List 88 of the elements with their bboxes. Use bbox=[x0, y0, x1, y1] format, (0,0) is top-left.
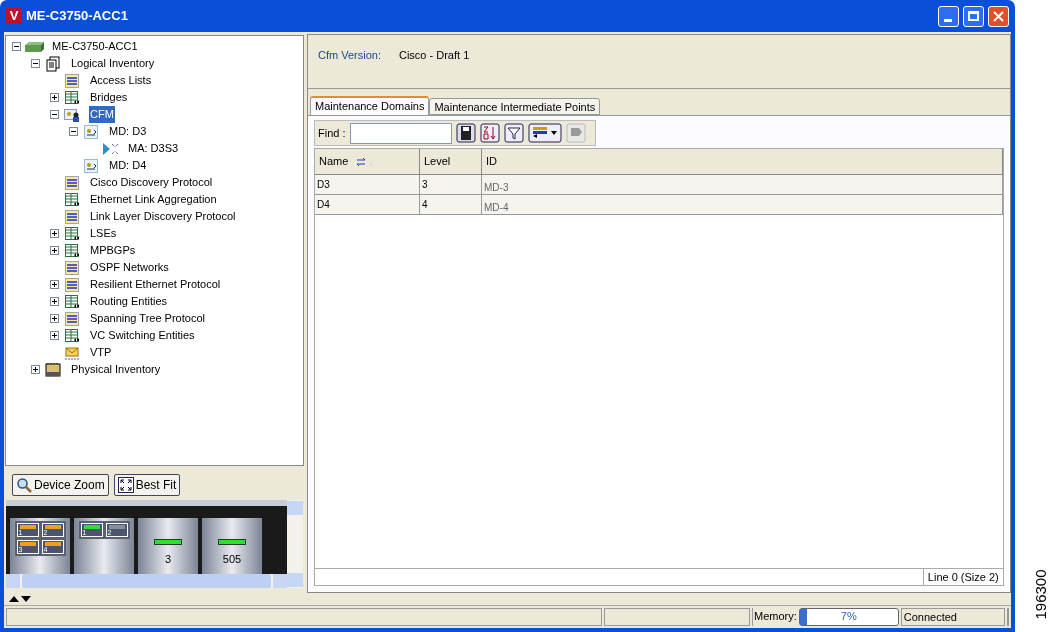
best-fit-button[interactable]: Best Fit bbox=[113, 474, 181, 496]
split-arrows-icon[interactable] bbox=[8, 595, 32, 603]
close-icon bbox=[992, 10, 1004, 22]
maximize-button[interactable] bbox=[962, 5, 984, 27]
table-icon bbox=[64, 72, 80, 89]
find-input[interactable] bbox=[349, 122, 452, 144]
device-zoom-button[interactable]: Device Zoom bbox=[12, 474, 109, 496]
domain-icon bbox=[83, 157, 99, 174]
filter-icon[interactable] bbox=[503, 123, 524, 143]
memory-label: Memory: bbox=[752, 608, 797, 626]
table-cell: D4 bbox=[315, 195, 420, 215]
card-icon bbox=[44, 361, 62, 378]
switch-device-icon bbox=[23, 40, 45, 53]
sort-arrows-icon bbox=[356, 156, 375, 167]
magnifier-icon bbox=[16, 477, 32, 493]
figure-number: 196300 bbox=[1032, 569, 1048, 620]
vertical-scrollbar[interactable] bbox=[287, 500, 303, 588]
tree-item[interactable]: Spanning Tree Protocol bbox=[89, 310, 206, 327]
tree-item[interactable]: Ethernet Link Aggregation bbox=[89, 191, 218, 208]
save-icon[interactable] bbox=[455, 123, 476, 143]
tree-item[interactable]: Bridges bbox=[89, 89, 129, 106]
table-arrows-icon bbox=[64, 293, 80, 310]
close-button[interactable] bbox=[987, 5, 1009, 27]
tree-item[interactable]: LSEs bbox=[89, 225, 118, 242]
property-value: Cisco - Draft 1 bbox=[398, 48, 470, 63]
tree-item[interactable]: Routing Entities bbox=[89, 293, 169, 310]
domain-icon bbox=[83, 123, 99, 140]
table-arrows-icon bbox=[64, 327, 80, 344]
property-label: Cfm Version: bbox=[318, 48, 381, 63]
tree-item[interactable]: Access Lists bbox=[89, 72, 153, 89]
collapse-icon[interactable] bbox=[30, 59, 40, 68]
memory-reading: 7% bbox=[839, 609, 858, 624]
tree-item[interactable]: MA: D3S3 bbox=[127, 140, 180, 157]
tree-item[interactable]: CFM bbox=[89, 106, 115, 123]
table-arrows-icon bbox=[64, 191, 80, 208]
table-arrows-icon bbox=[64, 225, 80, 242]
tree-item[interactable]: MPBGPs bbox=[89, 242, 137, 259]
table-arrows-icon bbox=[64, 242, 80, 259]
table-arrows-icon bbox=[64, 89, 80, 106]
tree-item[interactable]: Physical Inventory bbox=[70, 361, 162, 378]
expand-icon[interactable] bbox=[49, 93, 59, 102]
collapse-icon[interactable] bbox=[11, 42, 21, 51]
tree-item[interactable]: Resilient Ethernet Protocol bbox=[89, 276, 222, 293]
window-title: ME-C3750-ACC1 bbox=[26, 7, 128, 26]
find-label: Find : bbox=[318, 125, 346, 141]
minimize-button[interactable] bbox=[937, 5, 959, 27]
table-cell: 4 bbox=[420, 195, 482, 215]
tree-item[interactable]: Cisco Discovery Protocol bbox=[89, 174, 214, 191]
collapse-icon[interactable] bbox=[68, 127, 78, 136]
expand-icon[interactable] bbox=[30, 365, 40, 374]
slot-number: 3 bbox=[164, 552, 172, 567]
table-cell: MD-4 bbox=[482, 195, 1003, 215]
tree-item[interactable]: VC Switching Entities bbox=[89, 327, 196, 344]
expand-icon[interactable] bbox=[49, 229, 59, 238]
app-logo: V bbox=[6, 8, 22, 24]
table-icon bbox=[64, 259, 80, 276]
connection-status: Connected bbox=[900, 608, 1005, 626]
table-icon bbox=[64, 174, 80, 191]
tab[interactable]: Maintenance Intermediate Points bbox=[429, 98, 601, 115]
table-icon bbox=[64, 310, 80, 327]
export-icon bbox=[565, 123, 586, 143]
row-count: Line 0 (Size 2) bbox=[922, 569, 1003, 585]
tree-item[interactable]: Logical Inventory bbox=[70, 55, 156, 72]
status-panel bbox=[1006, 608, 1009, 626]
expand-icon[interactable] bbox=[49, 331, 59, 340]
collapse-icon[interactable] bbox=[49, 110, 59, 119]
horizontal-scrollbar[interactable] bbox=[6, 574, 287, 588]
arrow-target-icon bbox=[101, 140, 119, 157]
tree-item[interactable]: ME-C3750-ACC1 bbox=[51, 38, 139, 55]
network-person-icon bbox=[63, 106, 81, 123]
tree-item[interactable]: VTP bbox=[89, 344, 113, 361]
tree-item[interactable]: MD: D4 bbox=[108, 157, 148, 174]
expand-icon[interactable] bbox=[49, 297, 59, 306]
table-icon bbox=[64, 208, 80, 225]
fit-arrows-icon bbox=[117, 477, 134, 493]
tree-item[interactable]: OSPF Networks bbox=[89, 259, 170, 276]
expand-icon[interactable] bbox=[49, 314, 59, 323]
columns-dropdown-icon[interactable] bbox=[527, 123, 562, 143]
tab[interactable]: Maintenance Domains bbox=[310, 96, 430, 115]
sort-icon[interactable] bbox=[479, 123, 500, 143]
expand-icon[interactable] bbox=[49, 246, 59, 255]
slot-number: 505 bbox=[222, 552, 242, 567]
documents-icon bbox=[45, 55, 61, 72]
expand-icon[interactable] bbox=[49, 280, 59, 289]
envelope-icon bbox=[63, 344, 81, 361]
tree-item[interactable]: MD: D3 bbox=[108, 123, 148, 140]
tree-item[interactable]: Link Layer Discovery Protocol bbox=[89, 208, 237, 225]
table-icon bbox=[64, 276, 80, 293]
